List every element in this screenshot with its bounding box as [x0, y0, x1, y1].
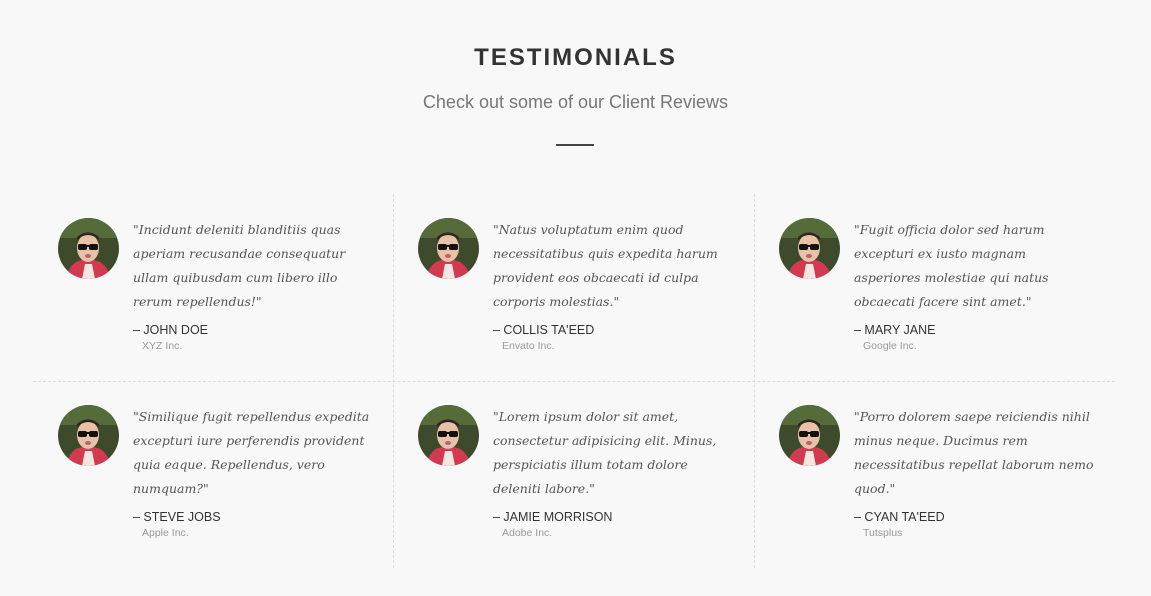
title-divider: [556, 144, 594, 146]
quote-text: "Lorem ipsum dolor sit amet, consectetur…: [493, 409, 717, 496]
quote-text: "Similique fugit repellendus expedita ex…: [133, 409, 370, 496]
testimonial-quote: "Lorem ipsum dolor sit amet, consectetur…: [493, 405, 733, 540]
author-name: – JAMIE MORRISON: [493, 510, 613, 524]
avatar: [58, 218, 119, 279]
quote-text: "Incidunt deleniti blanditiis quas aperi…: [133, 222, 346, 309]
testimonial-card: "Natus voluptatum enim quod necessitatib…: [393, 194, 753, 381]
author-name: – CYAN TA'EED: [854, 510, 945, 524]
author-name: – JOHN DOE: [133, 323, 209, 337]
quote-text: "Porro dolorem saepe reiciendis nihil mi…: [854, 409, 1094, 496]
testimonial-quote: "Incidunt deleniti blanditiis quas aperi…: [133, 218, 373, 353]
testimonial-card: "Similique fugit repellendus expedita ex…: [33, 381, 393, 568]
testimonials-grid: "Incidunt deleniti blanditiis quas aperi…: [33, 194, 1115, 568]
quote-text: "Fugit officia dolor sed harum excepturi…: [854, 222, 1049, 309]
testimonial-card: "Fugit officia dolor sed harum excepturi…: [754, 194, 1114, 381]
section-subtitle: Check out some of our Client Reviews: [422, 92, 729, 112]
author-company: Envato Inc.: [502, 340, 555, 352]
author-company: XYZ Inc.: [142, 340, 183, 352]
author-company: Apple Inc.: [142, 527, 189, 539]
avatar: [58, 405, 119, 466]
section-title: TESTIMONIALS: [474, 44, 677, 71]
author-name: – MARY JANE: [854, 323, 936, 337]
testimonial-card: "Incidunt deleniti blanditiis quas aperi…: [33, 194, 393, 381]
testimonial-quote: "Similique fugit repellendus expedita ex…: [133, 405, 373, 540]
testimonial-card: "Porro dolorem saepe reiciendis nihil mi…: [754, 381, 1114, 568]
quote-text: "Natus voluptatum enim quod necessitatib…: [493, 222, 718, 309]
avatar: [418, 218, 479, 279]
testimonial-quote: "Porro dolorem saepe reiciendis nihil mi…: [854, 405, 1094, 540]
testimonial-quote: "Fugit officia dolor sed harum excepturi…: [854, 218, 1094, 353]
author-name: – COLLIS TA'EED: [493, 323, 595, 337]
author-name: – STEVE JOBS: [133, 510, 221, 524]
author-company: Tutsplus: [863, 527, 903, 539]
avatar: [779, 218, 840, 279]
testimonial-card: "Lorem ipsum dolor sit amet, consectetur…: [393, 381, 753, 568]
author-company: Adobe Inc.: [502, 527, 553, 539]
avatar: [418, 405, 479, 466]
testimonial-quote: "Natus voluptatum enim quod necessitatib…: [493, 218, 733, 353]
avatar: [779, 405, 840, 466]
author-company: Google Inc.: [863, 340, 917, 352]
